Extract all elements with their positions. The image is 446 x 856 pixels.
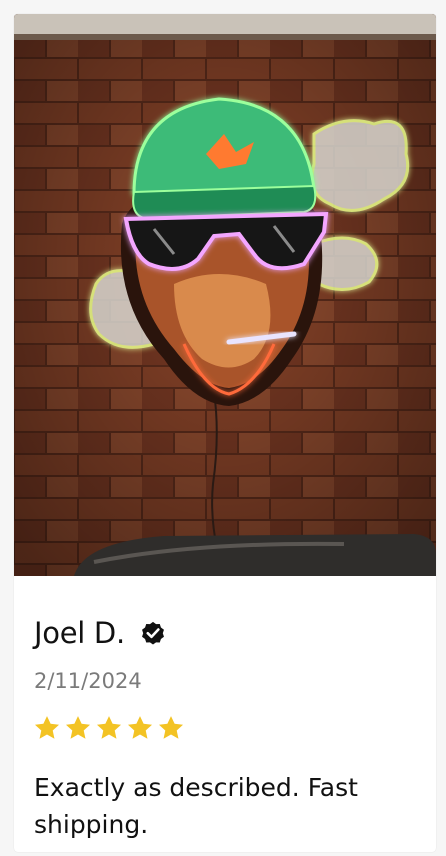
review-photo[interactable]	[14, 14, 436, 576]
author-name: Joel D.	[34, 616, 125, 650]
star-icon	[34, 716, 60, 739]
author-row: Joel D.	[34, 616, 167, 650]
star-icon	[127, 716, 153, 739]
star-icon	[158, 716, 184, 739]
review-info: Joel D. 2/11/2024 Exactly as described. …	[14, 576, 436, 852]
check-badge-icon	[141, 621, 164, 645]
star-icon	[65, 716, 91, 739]
review-card: Joel D. 2/11/2024 Exactly as described. …	[14, 14, 436, 852]
review-date: 2/11/2024	[34, 669, 142, 693]
review-text: Exactly as described. Fast shipping.	[34, 773, 358, 839]
star-rating	[33, 714, 185, 742]
star-icon	[96, 716, 122, 739]
